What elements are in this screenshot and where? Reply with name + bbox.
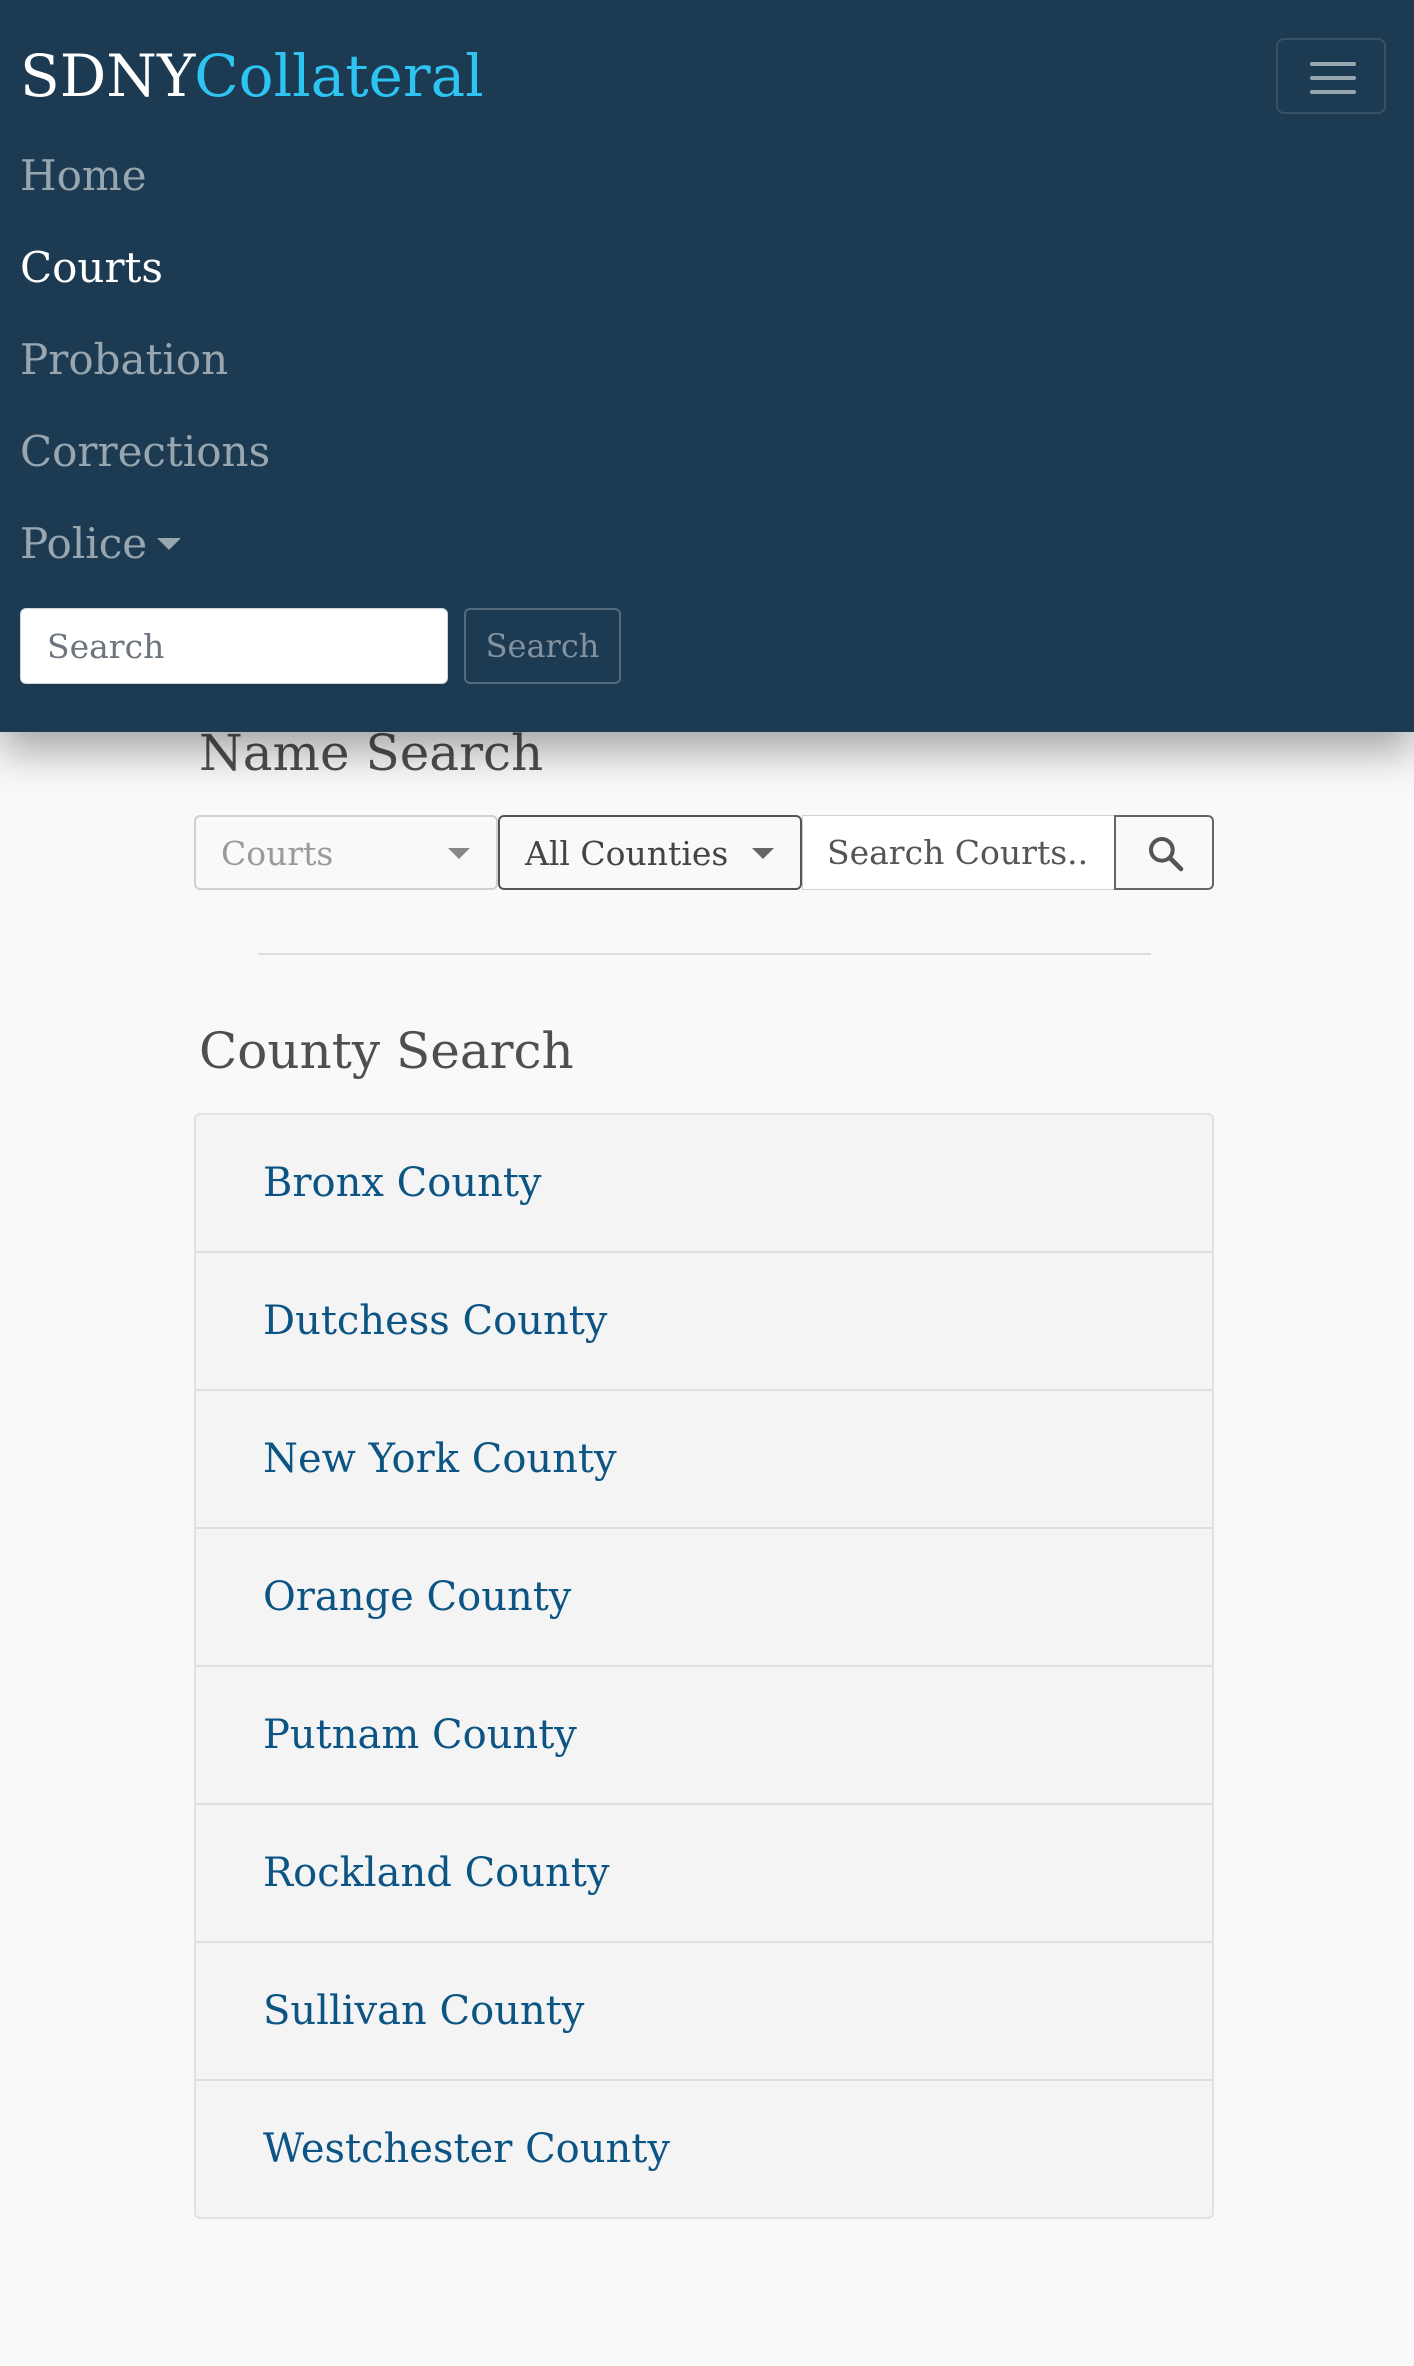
county-link-putnam[interactable]: Putnam County <box>196 1667 1212 1805</box>
magnifier-icon <box>1149 837 1184 872</box>
navbar-search-input[interactable] <box>20 608 448 684</box>
county-select-value: All Counties <box>525 834 729 873</box>
nav-dropdown-police[interactable]: Police <box>20 514 182 574</box>
court-search-input[interactable] <box>802 815 1114 890</box>
nav-link-corrections[interactable]: Corrections <box>20 422 270 482</box>
county-link-new-york[interactable]: New York County <box>196 1391 1212 1529</box>
county-link-rockland[interactable]: Rockland County <box>196 1805 1212 1943</box>
category-select-value: Courts <box>221 834 334 873</box>
category-select[interactable]: Courts <box>194 815 498 890</box>
brand-logo[interactable]: SDNYCollateral <box>20 36 484 116</box>
caret-down-icon <box>157 538 182 550</box>
nav-link-courts[interactable]: Courts <box>20 238 163 298</box>
county-search-title: County Search <box>199 1022 574 1080</box>
county-link-bronx[interactable]: Bronx County <box>196 1115 1212 1253</box>
navbar-search-button[interactable]: Search <box>464 608 621 684</box>
county-link-orange[interactable]: Orange County <box>196 1529 1212 1667</box>
county-select[interactable]: All Counties <box>498 815 802 890</box>
county-link-westchester[interactable]: Westchester County <box>196 2081 1212 2217</box>
county-link-sullivan[interactable]: Sullivan County <box>196 1943 1212 2081</box>
nav-link-probation[interactable]: Probation <box>20 330 228 390</box>
top-navbar: SDNYCollateral Home Courts Probation Cor… <box>0 0 1414 732</box>
brand-text-primary: SDNY <box>20 42 195 110</box>
section-divider <box>258 953 1151 955</box>
navbar-toggler-button[interactable] <box>1276 38 1386 114</box>
county-link-dutchess[interactable]: Dutchess County <box>196 1253 1212 1391</box>
county-list: Bronx County Dutchess County New York Co… <box>194 1113 1214 2219</box>
nav-dropdown-police-label: Police <box>20 519 148 568</box>
chevron-down-icon <box>448 848 470 859</box>
court-search-button[interactable] <box>1114 815 1214 890</box>
nav-link-home[interactable]: Home <box>20 146 147 206</box>
chevron-down-icon <box>752 848 774 859</box>
brand-text-accent: Collateral <box>194 42 484 110</box>
